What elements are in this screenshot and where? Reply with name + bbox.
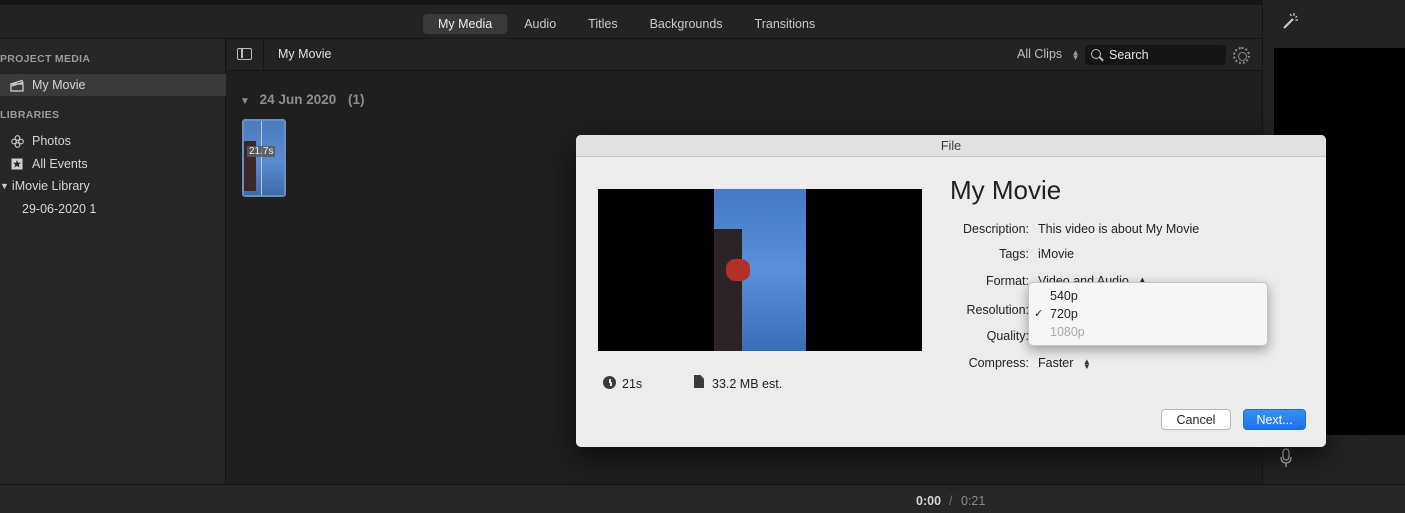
disclosure-triangle-icon[interactable]: ▼ — [0, 181, 9, 191]
resolution-label: Resolution: — [966, 303, 1029, 317]
sidebar-toggle-icon[interactable] — [237, 48, 252, 60]
dialog-title: File — [940, 139, 962, 153]
clapperboard-icon — [10, 78, 24, 92]
preview-car — [714, 229, 742, 351]
format-label: Format: — [985, 274, 1029, 288]
media-tab-bar: My Media Audio Titles Backgrounds Transi… — [0, 5, 1262, 39]
description-label: Description: — [963, 222, 1029, 236]
tags-label: Tags: — [999, 247, 1029, 261]
checkmark-icon: ✓ — [1034, 308, 1044, 320]
date-group-count: (1) — [348, 92, 365, 107]
tab-backgrounds[interactable]: Backgrounds — [635, 14, 738, 34]
libraries-sidebar: PROJECT MEDIA My Movie LIBRARIES Photos … — [0, 39, 226, 484]
microphone-icon[interactable] — [1280, 448, 1292, 468]
search-input[interactable]: Search — [1085, 45, 1226, 65]
movie-duration: 21s — [622, 377, 643, 391]
compress-select[interactable]: Faster ▲ ▼ — [1038, 356, 1091, 370]
sidebar-item-label: Photos — [32, 134, 71, 148]
movie-title-field[interactable]: My Movie — [950, 175, 1061, 206]
sidebar-item-label: 29-06-2020 1 — [22, 202, 97, 216]
disclosure-triangle-icon[interactable]: ▼ — [240, 96, 250, 107]
media-tabs: My Media Audio Titles Backgrounds Transi… — [423, 14, 832, 34]
estimated-file-size: 33.2 MB est. — [712, 377, 783, 391]
sidebar-item-all-events[interactable]: All Events — [0, 153, 226, 175]
clip-filter-select[interactable]: All Clips ▲ ▼ — [1017, 47, 1080, 61]
clip-thumbnail[interactable]: 21.7s — [242, 119, 286, 197]
preview-taillight — [726, 259, 750, 281]
project-media-heading: PROJECT MEDIA — [0, 53, 91, 65]
quality-label: Quality: — [986, 329, 1029, 343]
gear-icon[interactable] — [1233, 47, 1250, 64]
current-timecode: 0:00 — [916, 494, 942, 508]
next-button[interactable]: Next... — [1243, 409, 1306, 430]
libraries-heading: LIBRARIES — [0, 109, 60, 121]
timecode-separator: / — [949, 494, 953, 508]
date-group-header[interactable]: ▼ 24 Jun 2020 (1) — [240, 92, 365, 107]
tab-my-media[interactable]: My Media — [423, 14, 508, 34]
tags-field[interactable]: iMovie — [1038, 247, 1074, 261]
resolution-dropdown-menu: 540p ✓ 720p 1080p — [1028, 282, 1268, 346]
compress-label: Compress: — [968, 356, 1029, 370]
sidebar-item-event[interactable]: 29-06-2020 1 — [0, 198, 226, 220]
imovie-window: My Media Audio Titles Backgrounds Transi… — [0, 0, 1405, 513]
date-group-label: 24 Jun 2020 — [259, 92, 337, 107]
photos-flower-icon — [10, 134, 24, 148]
star-event-icon — [10, 157, 24, 171]
updown-chevron-icon: ▲▼ — [1071, 47, 1080, 62]
header-divider — [263, 39, 264, 71]
clock-icon — [603, 376, 616, 389]
browser-title: My Movie — [278, 47, 332, 61]
tab-titles[interactable]: Titles — [573, 14, 632, 34]
updown-chevron-icon: ▲▼ — [1082, 356, 1091, 371]
dialog-titlebar: File — [576, 135, 1326, 157]
total-timecode: 0:21 — [961, 494, 986, 508]
sidebar-item-label: iMovie Library — [11, 179, 90, 193]
search-placeholder: Search — [1109, 48, 1149, 62]
resolution-option-1080p: 1080p — [1050, 325, 1085, 339]
timeline-toolbar: 0:00 / 0:21 — [0, 484, 1405, 513]
sidebar-item-my-movie[interactable]: My Movie — [0, 74, 226, 96]
sidebar-item-imovie-library[interactable]: ▼ iMovie Library — [0, 175, 226, 197]
resolution-option-720p[interactable]: 720p — [1050, 307, 1078, 321]
resolution-option-540p[interactable]: 540p — [1050, 289, 1078, 303]
browser-header: My Movie All Clips ▲ ▼ Search — [227, 39, 1262, 71]
cancel-button[interactable]: Cancel — [1161, 409, 1231, 430]
sidebar-item-label: My Movie — [32, 78, 86, 92]
tab-transitions[interactable]: Transitions — [740, 14, 831, 34]
sidebar-item-photos[interactable]: Photos — [0, 130, 226, 152]
file-icon — [694, 375, 704, 388]
magic-wand-icon[interactable] — [1281, 12, 1299, 30]
tab-audio[interactable]: Audio — [509, 14, 571, 34]
clip-filter-value: All Clips — [1017, 47, 1063, 61]
sidebar-item-label: All Events — [32, 157, 88, 171]
search-icon — [1091, 49, 1101, 59]
compress-value: Faster — [1038, 356, 1074, 370]
clip-duration-badge: 21.7s — [247, 146, 276, 157]
description-field[interactable]: This video is about My Movie — [1038, 222, 1199, 236]
video-preview-frame — [598, 189, 922, 351]
